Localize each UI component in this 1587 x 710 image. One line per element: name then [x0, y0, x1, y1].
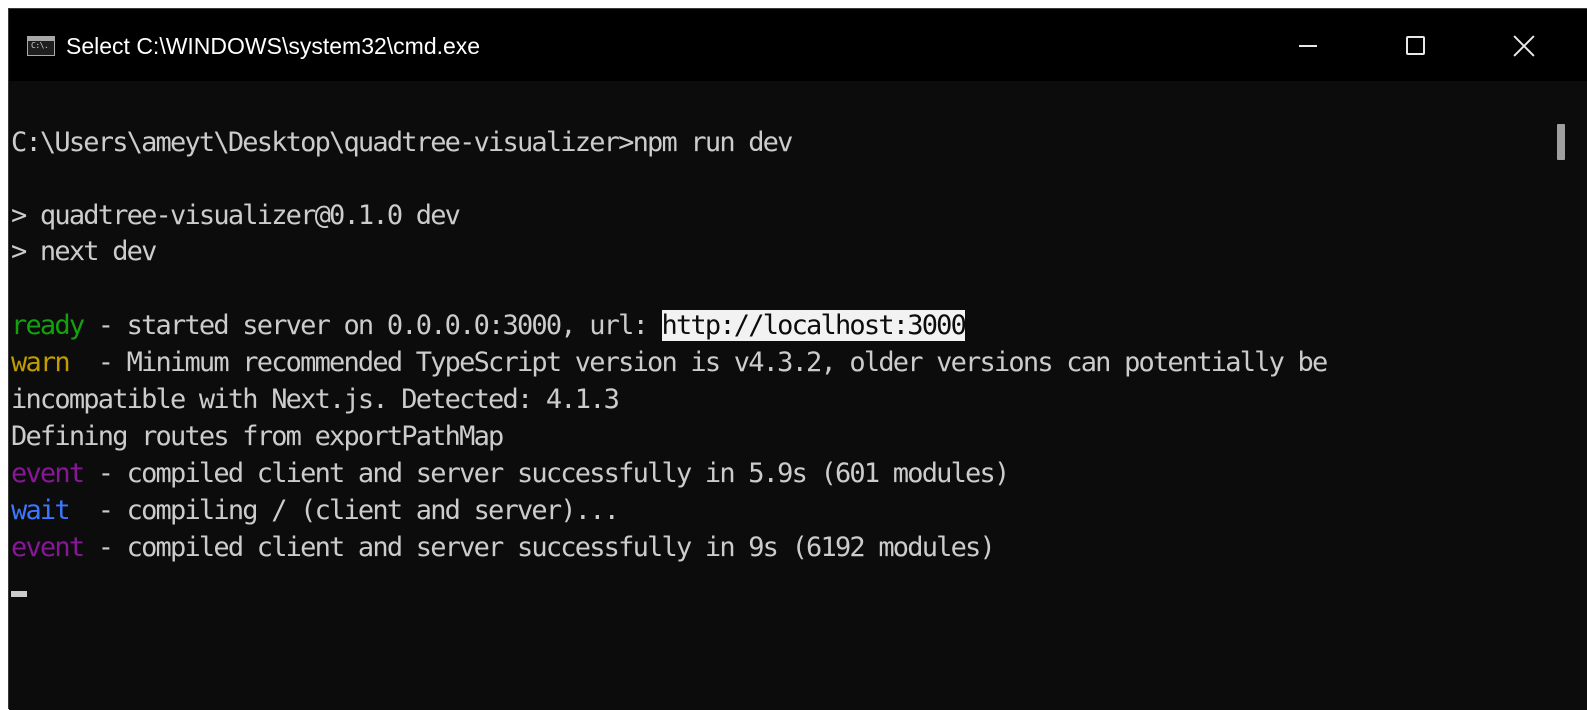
- maximize-icon: [1406, 36, 1425, 55]
- line-text: - compiled client and server successfull…: [83, 532, 996, 563]
- cmd-window: C:\. Select C:\WINDOWS\system32\cmd.exe …: [8, 8, 1587, 710]
- cmd-icon[interactable]: C:\.: [27, 36, 55, 56]
- console-line-event-1: event - compiled client and server succe…: [11, 456, 1011, 492]
- line-text: - compiling / (client and server)...: [68, 495, 620, 526]
- console-line-command: C:\Users\ameyt\Desktop\quadtree-visualiz…: [11, 125, 793, 161]
- line-text: - started server on 0.0.0.0:3000, url:: [83, 310, 662, 341]
- line-text: Defining routes from exportPathMap: [11, 421, 504, 452]
- vertical-scrollbar[interactable]: [1533, 81, 1587, 710]
- line-text: > quadtree-visualizer@0.1.0 dev: [11, 200, 461, 231]
- scrollbar-thumb[interactable]: [1557, 124, 1565, 160]
- selected-url[interactable]: http://localhost:3000: [661, 310, 967, 341]
- close-icon: [1513, 35, 1535, 57]
- console-line-routes: Defining routes from exportPathMap: [11, 419, 504, 455]
- window-title: Select C:\WINDOWS\system32\cmd.exe: [66, 33, 481, 59]
- line-text: > next dev: [11, 236, 157, 267]
- text-cursor: [11, 591, 27, 597]
- console-line-warn: warn - Minimum recommended TypeScript ve…: [11, 345, 1329, 381]
- console-line-wait: wait - compiling / (client and server)..…: [11, 493, 620, 529]
- maximize-button[interactable]: [1374, 9, 1454, 81]
- console-line-script-cmd: > next dev: [11, 234, 157, 270]
- ready-tag: ready: [11, 310, 85, 341]
- line-text: incompatible with Next.js. Detected: 4.1…: [11, 384, 620, 415]
- console-line-warn-cont: incompatible with Next.js. Detected: 4.1…: [11, 382, 620, 418]
- wait-tag: wait: [11, 495, 71, 526]
- line-text: - compiled client and server successfull…: [83, 458, 1011, 489]
- line-text: - Minimum recommended TypeScript version…: [68, 347, 1329, 378]
- line-text: C:\Users\ameyt\Desktop\quadtree-visualiz…: [11, 127, 793, 158]
- close-button[interactable]: [1481, 9, 1561, 81]
- event-tag: event: [11, 532, 85, 563]
- title-bar[interactable]: C:\. Select C:\WINDOWS\system32\cmd.exe: [9, 9, 1587, 81]
- cmd-icon-text: C:\.: [31, 41, 49, 50]
- minimize-icon: [1299, 45, 1317, 47]
- console-line-script: > quadtree-visualizer@0.1.0 dev: [11, 198, 461, 234]
- console-line-ready: ready - started server on 0.0.0.0:3000, …: [11, 308, 967, 344]
- warn-tag: warn: [11, 347, 71, 378]
- event-tag: event: [11, 458, 85, 489]
- minimize-button[interactable]: [1267, 9, 1347, 81]
- console-line-event-2: event - compiled client and server succe…: [11, 530, 996, 566]
- console-output[interactable]: C:\Users\ameyt\Desktop\quadtree-visualiz…: [9, 81, 1534, 710]
